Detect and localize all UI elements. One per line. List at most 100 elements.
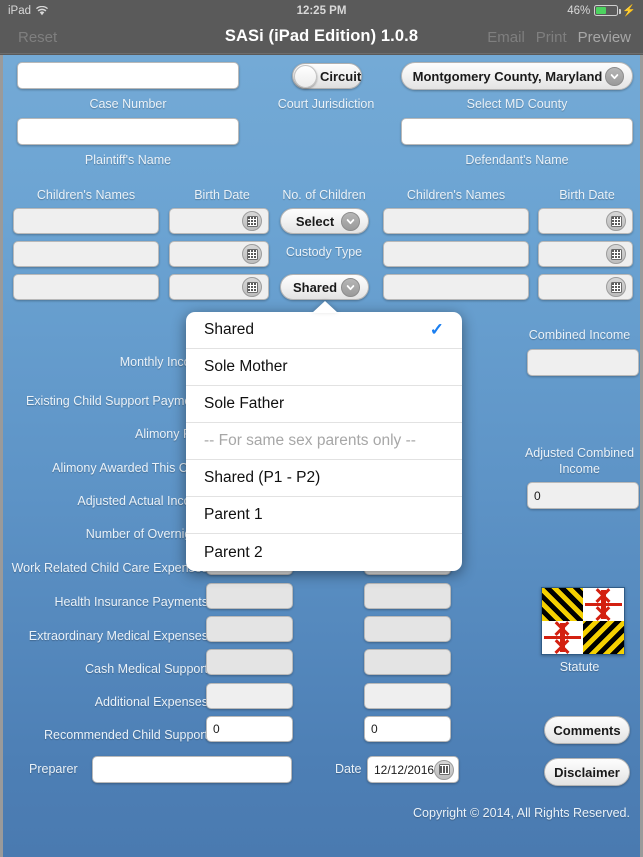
court-jurisdiction-label: Court Jurisdiction: [277, 97, 375, 111]
birth-date-left-header: Birth Date: [194, 188, 250, 202]
child-birthdate-right-2[interactable]: [538, 241, 633, 267]
date-input[interactable]: 12/12/2016: [367, 756, 459, 783]
child-birthdate-left-2[interactable]: [169, 241, 269, 267]
adjusted-combined-income-label: Adjusted Combined Income: [524, 446, 635, 476]
popover-item-sole-mother[interactable]: Sole Mother: [186, 349, 462, 386]
finance-label-4: Adjusted Actual Income: [77, 494, 208, 508]
custody-type-label: Custody Type: [285, 245, 363, 259]
finance-right-8[interactable]: [364, 616, 451, 642]
preparer-input[interactable]: [92, 756, 292, 783]
combined-income-label: Combined Income: [528, 328, 631, 342]
finance-left-8[interactable]: [206, 616, 293, 642]
finance-right-11[interactable]: 0: [364, 716, 451, 742]
maryland-flag-icon[interactable]: [541, 587, 625, 655]
calendar-icon[interactable]: [434, 759, 455, 780]
comments-button[interactable]: Comments: [544, 716, 630, 744]
finance-label-6: Work Related Child Care Expenses: [11, 561, 208, 575]
child-name-right-2[interactable]: [383, 241, 529, 267]
custody-type-value: Shared: [292, 279, 338, 295]
child-name-left-1[interactable]: [13, 208, 159, 234]
popover-arrow: [312, 301, 338, 313]
child-name-right-1[interactable]: [383, 208, 529, 234]
plaintiff-name-input[interactable]: [17, 118, 239, 145]
checkmark-icon: ✓: [429, 320, 444, 339]
finance-label-0: Monthly Income: [119, 355, 208, 369]
court-jurisdiction-toggle-label: Circuit: [320, 68, 362, 84]
form-canvas: Case Number Circuit Court Jurisdiction M…: [0, 55, 643, 857]
navigation-bar: Reset SASi (iPad Edition) 1.0.8 Email Pr…: [0, 21, 643, 54]
popover-item-label: Parent 1: [204, 506, 263, 523]
court-jurisdiction-toggle[interactable]: Circuit: [292, 63, 362, 89]
calendar-icon[interactable]: [242, 277, 262, 297]
defendant-name-input[interactable]: [401, 118, 633, 145]
popover-item-label: -- For same sex parents only --: [204, 432, 416, 449]
adjusted-combined-income-input[interactable]: 0: [527, 482, 639, 509]
chevron-down-icon: [341, 277, 360, 297]
popover-item-shared[interactable]: Shared ✓: [186, 312, 462, 349]
disclaimer-button[interactable]: Disclaimer: [544, 758, 630, 786]
finance-left-11[interactable]: 0: [206, 716, 293, 742]
calendar-icon[interactable]: [242, 244, 262, 264]
status-bar: iPad 12:25 PM 46% ⚡: [0, 0, 643, 21]
defendant-name-label: Defendant's Name: [465, 153, 569, 167]
child-name-left-2[interactable]: [13, 241, 159, 267]
preview-button[interactable]: Preview: [578, 29, 631, 46]
lightning-bolt-icon: ⚡: [622, 5, 636, 17]
calendar-icon[interactable]: [606, 211, 626, 231]
combined-income-input[interactable]: [527, 349, 639, 376]
finance-left-9[interactable]: [206, 649, 293, 675]
no-of-children-header: No. of Children: [282, 188, 366, 202]
no-of-children-dropdown[interactable]: Select: [280, 208, 369, 234]
popover-item-label: Parent 2: [204, 543, 263, 561]
date-label: Date: [335, 762, 362, 776]
child-birthdate-left-1[interactable]: [169, 208, 269, 234]
child-birthdate-right-1[interactable]: [538, 208, 633, 234]
finance-right-7[interactable]: [364, 583, 451, 609]
custody-type-dropdown[interactable]: Shared: [280, 274, 369, 300]
case-number-input[interactable]: [17, 62, 239, 89]
popover-item-parent-1[interactable]: Parent 1: [186, 497, 462, 534]
toggle-knob: [294, 64, 317, 88]
child-name-right-3[interactable]: [383, 274, 529, 300]
finance-label-3: Alimony Awarded This Case: [52, 461, 208, 475]
select-md-county-value: Montgomery County, Maryland: [412, 68, 603, 84]
ipad-screen: iPad 12:25 PM 46% ⚡ Reset SASi (iPad Edi…: [0, 0, 643, 857]
select-md-county-dropdown[interactable]: Montgomery County, Maryland: [401, 62, 633, 90]
calendar-icon[interactable]: [606, 277, 626, 297]
finance-label-9: Cash Medical Support: [85, 662, 208, 676]
popover-item-parent-2[interactable]: Parent 2: [186, 534, 462, 571]
finance-right-9[interactable]: [364, 649, 451, 675]
select-md-county-label: Select MD County: [466, 97, 568, 111]
birth-date-right-header: Birth Date: [559, 188, 615, 202]
popover-item-separator-same-sex: -- For same sex parents only --: [186, 423, 462, 460]
child-birthdate-right-3[interactable]: [538, 274, 633, 300]
popover-item-sole-father[interactable]: Sole Father: [186, 386, 462, 423]
finance-label-1: Existing Child Support Payments: [25, 394, 208, 408]
finance-label-11: Recommended Child Support: [44, 728, 208, 742]
popover-item-shared-p1-p2[interactable]: Shared (P1 - P2): [186, 460, 462, 497]
custody-type-popover: Shared ✓ Sole Mother Sole Father -- For …: [186, 312, 462, 571]
no-of-children-value: Select: [295, 213, 335, 229]
battery-icon: [594, 5, 621, 16]
popover-item-label: Sole Father: [204, 395, 285, 412]
child-name-left-3[interactable]: [13, 274, 159, 300]
plaintiff-name-label: Plaintiff's Name: [84, 153, 172, 167]
popover-item-label: Shared (P1 - P2): [204, 469, 321, 486]
email-button[interactable]: Email: [487, 29, 525, 46]
preparer-label: Preparer: [29, 762, 78, 776]
finance-left-10[interactable]: [206, 683, 293, 709]
status-bar-clock: 12:25 PM: [296, 4, 347, 17]
finance-left-7[interactable]: [206, 583, 293, 609]
battery-percent-label: 46%: [567, 4, 591, 17]
popover-item-label: Sole Mother: [204, 358, 288, 375]
copyright-text: Copyright © 2014, All Rights Reserved.: [413, 806, 630, 820]
calendar-icon[interactable]: [606, 244, 626, 264]
finance-right-10[interactable]: [364, 683, 451, 709]
children-names-right-header: Children's Names: [406, 188, 506, 202]
children-names-left-header: Children's Names: [36, 188, 136, 202]
finance-label-8: Extraordinary Medical Expenses: [28, 629, 208, 643]
print-button[interactable]: Print: [536, 29, 567, 46]
navigation-actions: Email Print Preview: [487, 29, 631, 46]
child-birthdate-left-3[interactable]: [169, 274, 269, 300]
calendar-icon[interactable]: [242, 211, 262, 231]
